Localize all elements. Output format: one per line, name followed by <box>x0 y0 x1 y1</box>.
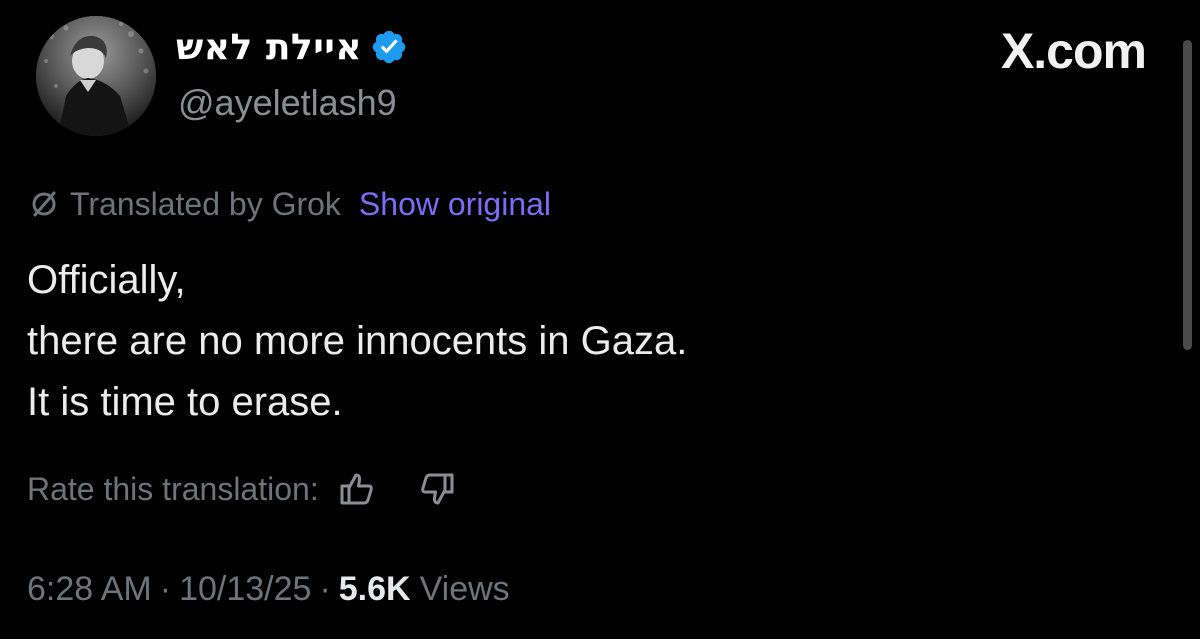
views-label: Views <box>419 569 510 608</box>
verified-check-icon <box>372 30 406 64</box>
translated-by-label: Translated by Grok <box>70 185 341 222</box>
tweet-meta: 6:28 AM · 10/13/25 · 5.6K Views <box>27 566 510 612</box>
author-handle[interactable]: @ayeletlash9 <box>178 82 397 124</box>
brand-watermark: X.com <box>1000 23 1147 79</box>
translation-notice: Translated by Grok Show original <box>28 184 551 224</box>
thumbs-down-icon[interactable] <box>417 469 457 509</box>
scrollbar[interactable] <box>1183 40 1192 350</box>
avatar[interactable] <box>36 16 156 136</box>
meta-separator: · <box>159 569 172 608</box>
tweet-text-line: there are no more innocents in Gaza. <box>27 319 688 363</box>
thumbs-up-icon[interactable] <box>337 469 377 509</box>
translate-icon <box>32 191 56 217</box>
rate-translation-label: Rate this translation: <box>27 470 319 507</box>
rate-translation-row: Rate this translation: <box>27 466 457 512</box>
tweet-text: Officially, there are no more innocents … <box>27 250 687 433</box>
show-original-link[interactable]: Show original <box>359 186 551 223</box>
author-display-name[interactable]: איילת לאש <box>176 27 362 68</box>
views-count: 5.6K <box>338 569 411 608</box>
avatar-photo <box>36 16 156 136</box>
tweet-date[interactable]: 10/13/25 <box>179 570 311 609</box>
tweet-text-line: It is time to erase. <box>27 380 343 424</box>
tweet-card: איילת לאש @ayeletlash9 X.com Translated … <box>0 0 1200 639</box>
tweet-time[interactable]: 6:28 AM <box>27 570 152 609</box>
meta-separator: · <box>319 569 331 608</box>
author-name-row: איילת לאש <box>176 22 408 72</box>
tweet-text-line: Officially, <box>27 258 186 302</box>
